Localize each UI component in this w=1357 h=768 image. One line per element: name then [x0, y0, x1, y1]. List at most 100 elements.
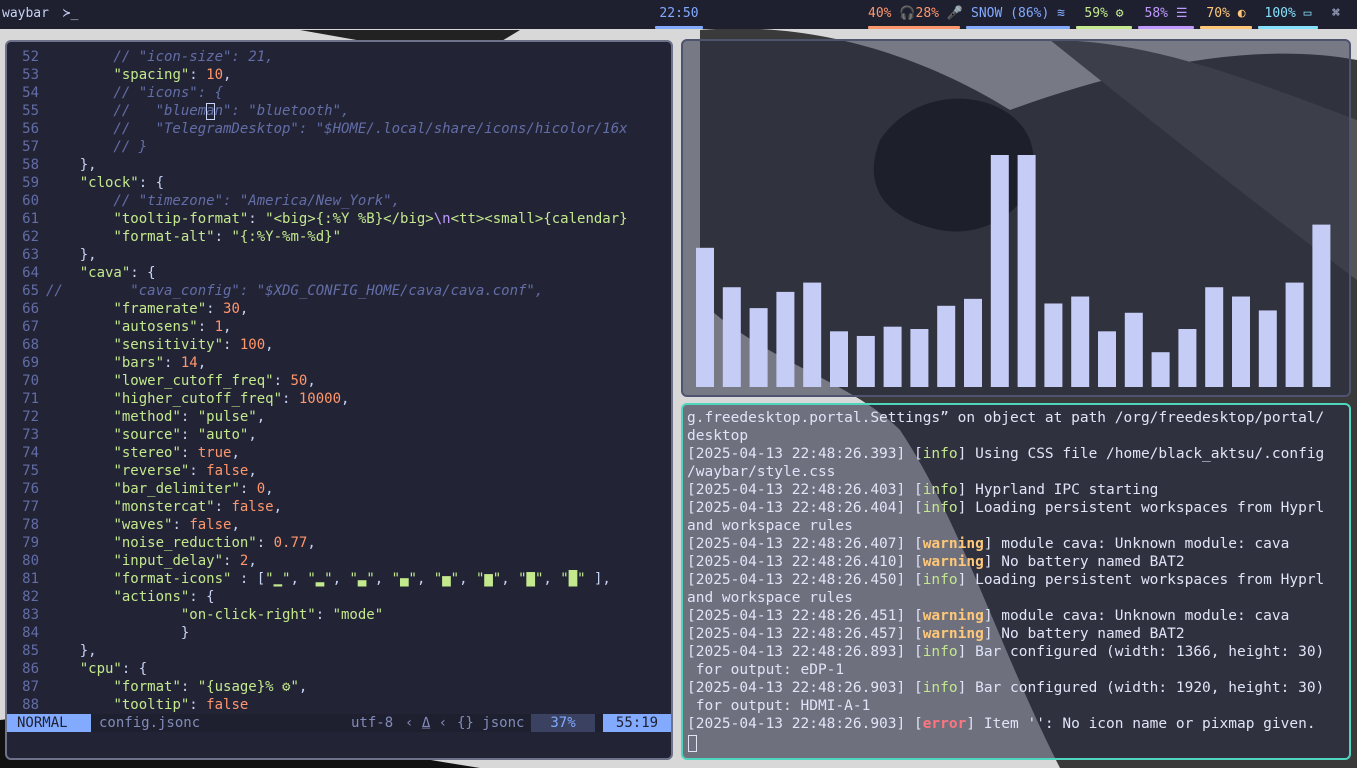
code-line[interactable]: 75 "reverse": false, — [7, 462, 671, 480]
code-line[interactable]: 71 "higher_cutoff_freq": 10000, — [7, 390, 671, 408]
code-line[interactable]: 82 "actions": { — [7, 588, 671, 606]
terminal-window[interactable]: g.freedesktop.portal.Settings” on object… — [681, 403, 1351, 760]
volume-module[interactable]: 40% 🎧28% 🎤 — [868, 0, 963, 29]
line-content: // } — [46, 139, 148, 155]
log-line: [2025-04-13 22:48:26.903] [info] Bar con… — [687, 680, 1325, 696]
cava-bar — [776, 291, 795, 387]
backlight-module[interactable]: 70% ◐ — [1200, 0, 1252, 29]
code-line[interactable]: 66 "framerate": 30, — [7, 300, 671, 318]
line-number: 82 — [22, 589, 39, 605]
code-line[interactable]: 67 "autosens": 1, — [7, 318, 671, 336]
memory-text: 58% — [1144, 6, 1168, 21]
code-line[interactable]: 68 "sensitivity": 100, — [7, 336, 671, 354]
code-line[interactable]: 87 "format": "{usage}% ⚙", — [7, 678, 671, 696]
line-number: 85 — [22, 643, 39, 659]
line-number: 58 — [22, 157, 39, 173]
network-module[interactable]: SNOW (86%) ≋ — [966, 0, 1070, 29]
line-content: "format": "{usage}% ⚙", — [113, 679, 308, 695]
code-line[interactable]: 56 // "TelegramDesktop": "$HOME/.local/s… — [7, 120, 671, 138]
code-line[interactable]: 72 "method": "pulse", — [7, 408, 671, 426]
line-number: 78 — [22, 517, 39, 533]
cursor — [206, 103, 215, 120]
code-line[interactable]: 55 // "blueman": "bluetooth", — [7, 102, 671, 120]
line-number: 87 — [22, 679, 39, 695]
line-content: "sensitivity": 100, — [113, 337, 274, 353]
log-line: [2025-04-13 22:48:26.450] [info] Loading… — [687, 572, 1325, 588]
log-line: and workspace rules — [687, 518, 853, 534]
line-number: 72 — [22, 409, 39, 425]
code-line[interactable]: 62 "format-alt": "{:%Y-%m-%d}" — [7, 228, 671, 246]
mode-indicator: NORMAL — [7, 714, 91, 732]
line-number: 63 — [22, 247, 39, 263]
line-content: // "TelegramDesktop": "$HOME/.local/shar… — [46, 121, 628, 137]
cava-bar — [1098, 331, 1116, 387]
code-line[interactable]: 85 }, — [7, 642, 671, 660]
cava-bar — [910, 329, 929, 387]
clock-module[interactable]: 22:50 — [655, 0, 703, 29]
workspace-indicator[interactable]: waybar ≻_ — [2, 0, 78, 29]
line-content: }, — [46, 247, 97, 263]
code-line[interactable]: 81 "format-icons" : ["▁", "▂", "▃", "▄",… — [7, 570, 671, 588]
cava-bar — [1071, 296, 1090, 387]
app-name: waybar — [2, 6, 49, 21]
headphones-icon: 🎧 — [899, 6, 916, 21]
code-line[interactable]: 63 }, — [7, 246, 671, 264]
neovim-window[interactable]: 52 // "icon-size": 21, 53 "spacing": 10, 5… — [5, 40, 673, 760]
line-content: "monstercat": false, — [113, 499, 283, 515]
line-content: "waves": false, — [113, 517, 240, 533]
line-content: "spacing": 10, — [113, 67, 232, 83]
code-line[interactable]: 86 "cpu": { — [7, 660, 671, 678]
cpu-text: 59% — [1084, 6, 1108, 21]
code-line[interactable]: 60 // "timezone": "America/New_York", — [7, 192, 671, 210]
line-number: 88 — [22, 697, 39, 713]
code-line[interactable]: 84 } — [7, 624, 671, 642]
notification-icon[interactable]: ⌘ — [1332, 0, 1340, 29]
code-line[interactable]: 88 "tooltip": false — [7, 696, 671, 714]
line-number: 75 — [22, 463, 39, 479]
code-line[interactable]: 64 "cava": { — [7, 264, 671, 282]
cava-bar — [937, 305, 956, 387]
cpu-module[interactable]: 59% ⚙ — [1076, 0, 1132, 29]
log-line: [2025-04-13 22:48:26.410] [warning] No b… — [687, 554, 1185, 570]
code-line[interactable]: 83 "on-click-right": "mode" — [7, 606, 671, 624]
code-line[interactable]: 80 "input_delay": 2, — [7, 552, 671, 570]
code-line[interactable]: 54 // "icons": { — [7, 84, 671, 102]
code-line[interactable]: 57 // } — [7, 138, 671, 156]
code-line[interactable]: 73 "source": "auto", — [7, 426, 671, 444]
cursor-position: 55:19 — [603, 714, 671, 732]
code-line[interactable]: 74 "stereo": true, — [7, 444, 671, 462]
code-line[interactable]: 79 "noise_reduction": 0.77, — [7, 534, 671, 552]
code-line[interactable]: 61 "tooltip-format": "<big>{:%Y %B}</big… — [7, 210, 671, 228]
code-line[interactable]: 77 "monstercat": false, — [7, 498, 671, 516]
code-line[interactable]: 65 // "cava_config": "$XDG_CONFIG_HOME/ca… — [7, 282, 671, 300]
code-line[interactable]: 70 "lower_cutoff_freq": 50, — [7, 372, 671, 390]
code-line[interactable]: 58 }, — [7, 156, 671, 174]
line-content: "source": "auto", — [113, 427, 257, 443]
cpu-icon: ⚙ — [1115, 6, 1124, 21]
file-name: config.jsonc — [99, 715, 201, 731]
line-content: // "cava_config": "$XDG_CONFIG_HOME/cava… — [46, 283, 544, 299]
line-number: 66 — [22, 301, 39, 317]
code-line[interactable]: 52 // "icon-size": 21, — [7, 48, 671, 66]
log-line: [2025-04-13 22:48:26.404] [info] Loading… — [687, 500, 1325, 516]
line-content: }, — [46, 157, 97, 173]
code-line[interactable]: 59 "clock": { — [7, 174, 671, 192]
code-line[interactable]: 53 "spacing": 10, — [7, 66, 671, 84]
code-line[interactable]: 78 "waves": false, — [7, 516, 671, 534]
line-number: 84 — [22, 625, 39, 641]
line-content: }, — [46, 643, 97, 659]
code-line[interactable]: 69 "bars": 14, — [7, 354, 671, 372]
terminal-icon: ≻_ — [62, 6, 79, 21]
cava-bar — [990, 155, 1009, 387]
line-content: "clock": { — [79, 175, 165, 191]
log-line: [2025-04-13 22:48:26.403] [info] Hyprlan… — [687, 482, 1159, 498]
line-number: 53 — [22, 67, 39, 83]
memory-module[interactable]: 58% ☰ — [1138, 0, 1194, 29]
log-line: [2025-04-13 22:48:26.893] [info] Bar con… — [687, 644, 1325, 660]
battery-module[interactable]: 100% ▭ — [1258, 0, 1318, 29]
code-line[interactable]: 76 "bar_delimiter": 0, — [7, 480, 671, 498]
line-number: 64 — [22, 265, 39, 281]
headset-text: 28% — [915, 6, 939, 21]
cava-window[interactable] — [681, 39, 1351, 397]
line-content: "input_delay": 2, — [113, 553, 257, 569]
